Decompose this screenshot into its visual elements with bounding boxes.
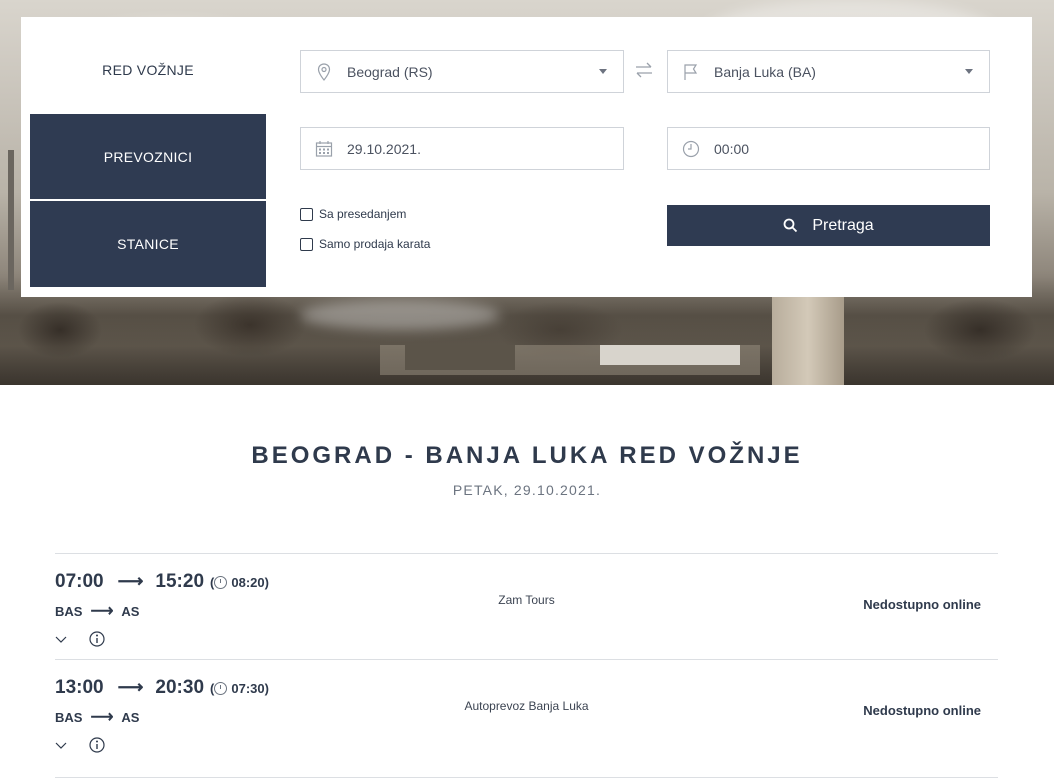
search-panel: RED VOŽNJE PREVOZNICI STANICE Beograd (R… — [21, 17, 1032, 297]
divider — [55, 777, 998, 778]
clock-icon — [214, 682, 228, 695]
calendar-icon — [301, 140, 347, 158]
trip-duration: (08:20) — [210, 575, 269, 590]
checkbox-box[interactable] — [300, 237, 313, 251]
time-field[interactable]: 00:00 — [667, 127, 990, 170]
menu-item-carriers[interactable]: PREVOZNICI — [30, 114, 266, 200]
arrow-right-icon: ⟶ — [117, 571, 144, 591]
trip-stations: BAS ⟶ AS — [55, 707, 139, 727]
menu-item-stations-label: STANICE — [117, 236, 179, 252]
trip-duration: (07:30) — [210, 681, 269, 696]
clock-icon — [668, 140, 714, 158]
to-city-select[interactable]: Banja Luka (BA) — [667, 50, 990, 93]
search-button-label: Pretraga — [812, 216, 874, 234]
ticket-sales-only-checkbox[interactable]: Samo prodaja karata — [300, 237, 430, 251]
ticket-sales-only-label: Samo prodaja karata — [319, 237, 431, 251]
trip-actions — [55, 737, 105, 753]
search-icon — [783, 218, 798, 233]
arrival-time: 20:30 — [155, 677, 205, 698]
trip-row[interactable]: 13:00 ⟶ 20:30 (07:30) BAS ⟶ AS Autoprevo… — [55, 659, 998, 764]
availability-status: Nedostupno online — [863, 703, 981, 718]
arrow-right-icon: ⟶ — [90, 709, 114, 726]
trip-times: 13:00 ⟶ 20:30 (07:30) — [55, 677, 269, 699]
from-city-value: Beograd (RS) — [347, 63, 433, 80]
duration-value: 07:30 — [231, 681, 265, 696]
departure-time: 13:00 — [55, 677, 104, 698]
date-value: 29.10.2021. — [347, 140, 421, 157]
menu-item-stations[interactable]: STANICE — [30, 201, 266, 287]
date-field[interactable]: 29.10.2021. — [300, 127, 624, 170]
chevron-down-icon — [599, 69, 607, 74]
from-station: BAS — [55, 603, 83, 619]
time-value: 00:00 — [714, 140, 750, 157]
chevron-down-icon[interactable] — [55, 633, 67, 645]
carrier-name: Autoprevoz Banja Luka — [464, 699, 589, 713]
menu-item-timetable-label: RED VOŽNJE — [102, 62, 194, 78]
chevron-down-icon — [965, 69, 973, 74]
trip-actions — [55, 631, 105, 647]
location-pin-icon — [301, 62, 347, 81]
departure-time: 07:00 — [55, 571, 104, 592]
to-city-value: Banja Luka (BA) — [714, 63, 816, 80]
clock-icon — [214, 576, 228, 589]
arrival-time: 15:20 — [155, 571, 205, 592]
arrow-right-icon: ⟶ — [90, 603, 114, 620]
with-transfer-checkbox[interactable]: Sa presedanjem — [300, 207, 406, 221]
from-city-select[interactable]: Beograd (RS) — [300, 50, 624, 93]
availability-status: Nedostupno online — [863, 597, 981, 612]
results-title: BEOGRAD - BANJA LUKA RED VOŽNJE — [251, 442, 803, 469]
info-icon[interactable] — [89, 631, 105, 647]
menu-item-carriers-label: PREVOZNICI — [103, 148, 193, 165]
trip-times: 07:00 ⟶ 15:20 (08:20) — [55, 571, 269, 593]
results-subtitle: PETAK, 29.10.2021. — [452, 482, 602, 498]
trip-row[interactable]: 07:00 ⟶ 15:20 (08:20) BAS ⟶ AS Zam Tours… — [55, 553, 998, 658]
trip-stations: BAS ⟶ AS — [55, 601, 139, 621]
to-station: AS — [121, 709, 140, 725]
search-button[interactable]: Pretraga — [667, 205, 990, 246]
menu-item-timetable[interactable]: RED VOŽNJE — [30, 55, 266, 85]
with-transfer-label: Sa presedanjem — [319, 207, 407, 221]
to-station: AS — [121, 603, 140, 619]
flag-icon — [668, 63, 714, 81]
swap-arrows-icon[interactable] — [633, 61, 657, 81]
from-station: BAS — [55, 709, 83, 725]
duration-value: 08:20 — [231, 575, 265, 590]
checkbox-box[interactable] — [300, 207, 313, 221]
chevron-down-icon[interactable] — [55, 739, 67, 751]
arrow-right-icon: ⟶ — [117, 677, 144, 697]
info-icon[interactable] — [89, 737, 105, 753]
carrier-name: Zam Tours — [498, 593, 555, 607]
